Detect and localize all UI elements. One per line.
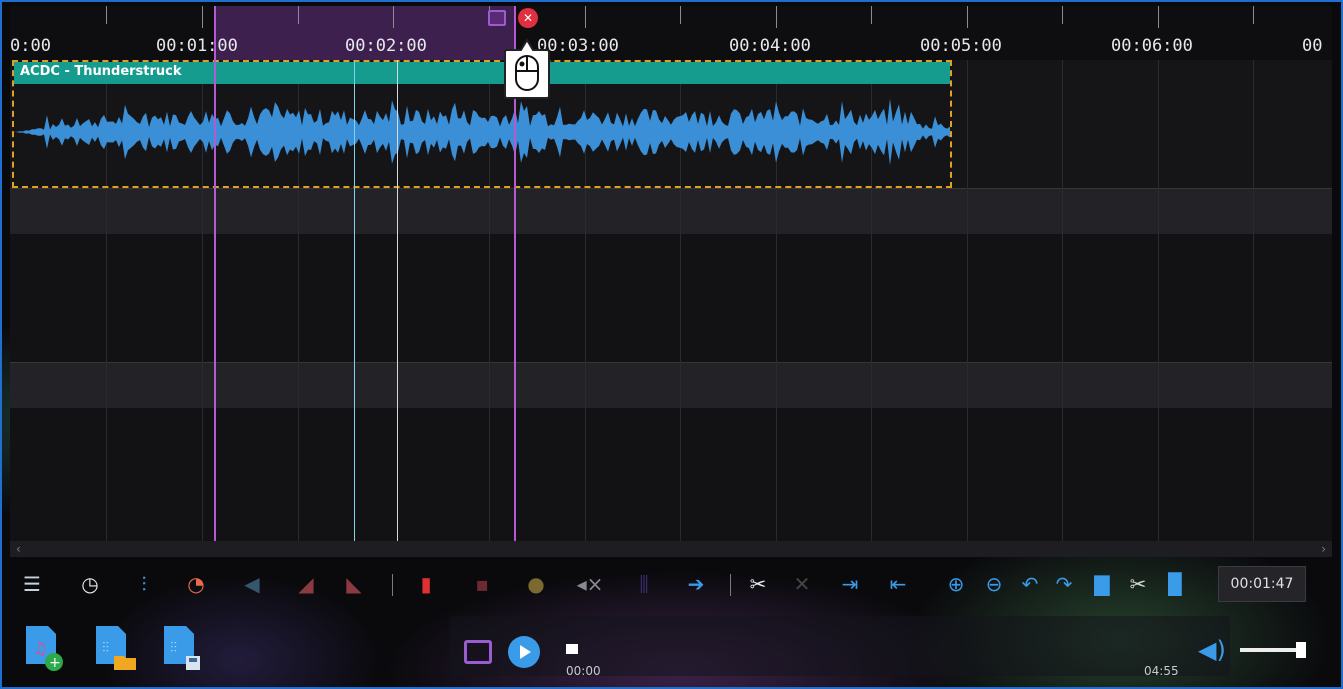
window-frame (0, 0, 1343, 689)
